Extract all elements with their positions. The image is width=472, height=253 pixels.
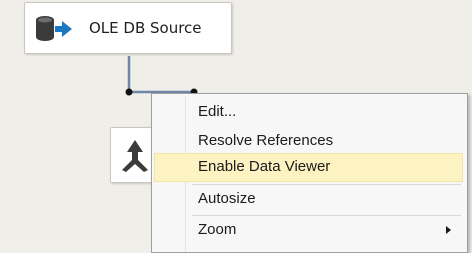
menu-item-label: Zoom [198,221,237,238]
menu-item-enable-data-viewer[interactable]: Enable Data Viewer [154,153,463,182]
context-menu: Edit... Resolve References Enable Data V… [151,93,468,253]
submenu-arrow-icon [446,226,451,234]
menu-item-label: Autosize [198,190,256,207]
ole-db-source-component[interactable]: OLE DB Source [24,2,232,54]
menu-item-autosize[interactable]: Autosize [154,185,463,214]
menu-item-edit[interactable]: Edit... [154,98,463,127]
menu-item-zoom[interactable]: Zoom [154,216,463,245]
merge-icon [122,140,148,172]
menu-item-label: Enable Data Viewer [198,158,331,175]
path-handle-dot [125,88,133,96]
menu-item-label: Edit... [198,103,237,120]
menu-item-resolve-references[interactable]: Resolve References [154,127,463,156]
menu-item-label: Resolve References [198,132,334,149]
design-canvas[interactable]: OLE DB Source Edit... Resolve References… [0,0,472,253]
ole-db-source-icon [36,16,72,41]
component-label: OLE DB Source [89,19,202,37]
